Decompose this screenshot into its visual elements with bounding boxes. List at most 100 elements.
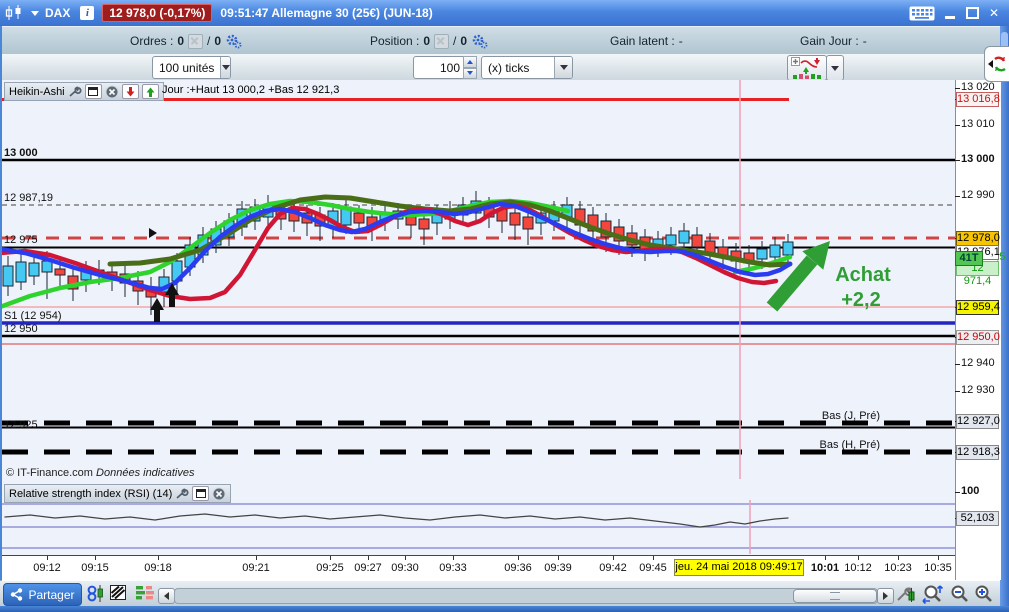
rsi-header: Relative strength index (RSI) (14) <box>4 484 232 503</box>
zoom-out-icon[interactable] <box>950 584 969 603</box>
chart-style-dropdown[interactable] <box>826 55 844 81</box>
account-info-bar: Ordres : 0 / 0 Position : 0 / 0 Gain lat… <box>0 26 1009 55</box>
orders-settings-gear-icon[interactable] <box>225 34 242 49</box>
price-axis-label: 13 000 <box>961 153 995 165</box>
chart-hscrollbar-thumb[interactable] <box>793 589 877 603</box>
ticks-unit-caret[interactable] <box>554 57 572 78</box>
candle-body <box>54 268 66 276</box>
time-axis-tick <box>256 556 257 560</box>
rsi-detach-window-icon[interactable] <box>192 486 210 501</box>
candle-body <box>418 218 430 230</box>
link-instrument-icon[interactable] <box>86 584 105 603</box>
chart-hscrollbar-track[interactable] <box>174 588 878 604</box>
time-axis-tick <box>158 556 159 560</box>
gain-jour-label: Gain Jour : <box>800 34 859 48</box>
side-panel-toggle[interactable] <box>984 46 1009 82</box>
close-button[interactable]: ✕ <box>987 6 1001 20</box>
signal-label: Achat <box>835 264 891 286</box>
chart-style-button[interactable] <box>787 55 827 81</box>
scroll-right-button[interactable] <box>877 588 894 604</box>
time-axis-label: 09:39 <box>544 562 572 574</box>
order-toolbar: 100 unités 100 (x) ticks <box>0 54 1009 81</box>
candle-body <box>509 212 521 226</box>
chart-vscrollbar[interactable] <box>1000 26 1009 606</box>
price-axis-tick <box>955 364 960 365</box>
candle-body <box>782 241 794 256</box>
price-axis-label: 12 927,0 <box>956 414 1000 429</box>
ticks-count-input[interactable]: 100 <box>413 56 465 79</box>
time-axis-tick <box>453 556 454 560</box>
price-axis-label: 12 990 <box>961 189 995 201</box>
scroll-left-button[interactable] <box>158 588 175 604</box>
orders-summary: Ordres : 0 / 0 <box>130 27 242 55</box>
time-axis-tick <box>405 556 406 560</box>
rsi-wrench-icon[interactable] <box>175 487 189 500</box>
current-time-highlight: jeu. 24 mai 2018 09:49:17 <box>674 559 804 576</box>
ticks-unit-dropdown[interactable]: (x) ticks <box>481 56 573 79</box>
stepper-down-icon[interactable] <box>463 67 477 79</box>
wrench-icon[interactable] <box>68 85 82 98</box>
buy-arrow-icon[interactable] <box>141 84 159 99</box>
position-settings-gear-icon[interactable] <box>471 34 488 49</box>
position-separator: / <box>453 34 457 48</box>
rsi-title: Relative strength index (RSI) (14) <box>9 487 173 500</box>
detach-window-icon[interactable] <box>84 84 102 99</box>
price-change-badge: 12 978,0 (-0,17%) <box>102 4 213 22</box>
position-disabled-icon <box>434 33 450 49</box>
close-indicator-icon[interactable] <box>105 85 119 99</box>
price-axis-tick <box>955 391 960 392</box>
gain-latent: Gain latent : - <box>610 27 683 55</box>
price-axis-label: 12 959,4 <box>956 300 1000 315</box>
info-icon[interactable]: i <box>80 6 95 20</box>
daily-range-legend: Jour :+Haut 13 000,2 +Bas 12 921,3 <box>162 84 340 96</box>
time-axis-label: 09:12 <box>33 562 61 574</box>
price-axis-tick <box>955 125 960 126</box>
candle-body <box>678 230 690 244</box>
price-axis-tick <box>955 492 960 493</box>
rsi-close-icon[interactable] <box>212 487 226 501</box>
order-book-icon[interactable] <box>135 584 156 601</box>
time-axis-label: 10:35 <box>924 562 952 574</box>
instrument-name[interactable]: DAX <box>45 6 70 20</box>
share-button[interactable]: Partager <box>3 583 82 606</box>
position-label: Position : <box>370 34 420 48</box>
indicator-header: Heikin-Ashi <box>4 82 164 101</box>
quantity-dropdown[interactable]: 100 unités <box>152 56 231 79</box>
sell-arrow-icon[interactable] <box>121 84 139 99</box>
orders-label: Ordres : <box>130 34 174 48</box>
minimize-button[interactable] <box>943 6 957 20</box>
time-axis-label: 09:33 <box>439 562 467 574</box>
data-provider-watermark: © IT-Finance.com Données indicatives <box>6 467 194 479</box>
level-label: Bas (H, Pré) <box>819 439 880 451</box>
zoom-fit-icon[interactable] <box>921 584 944 605</box>
price-axis-label: 12 978,0 <box>956 231 1000 246</box>
price-axis-tick <box>955 196 960 197</box>
chart-style-icon <box>791 57 821 79</box>
restore-button[interactable] <box>965 6 979 20</box>
chart-settings-icon[interactable] <box>896 584 916 603</box>
indicator-title: Heikin-Ashi <box>9 85 65 98</box>
price-axis-label: 12 950,0 <box>956 330 1000 345</box>
ticks-count-stepper[interactable] <box>463 56 477 79</box>
level-label: 12 925 <box>4 419 38 431</box>
time-axis-tick <box>368 556 369 560</box>
level-label: 12 975 <box>4 234 38 246</box>
gain-jour-value: - <box>862 34 867 48</box>
zoom-in-icon[interactable] <box>974 584 993 603</box>
news-icon[interactable] <box>110 584 127 601</box>
price-axis-label: 13 010 <box>961 118 995 130</box>
window-bottom-border <box>0 606 1009 612</box>
candle-body <box>28 262 40 277</box>
time-axis-label: 09:18 <box>144 562 172 574</box>
indicative-data-note: Données indicatives <box>96 467 195 479</box>
time-axis-tick <box>95 556 96 560</box>
stepper-up-icon[interactable] <box>463 56 477 68</box>
level-label: 12 987,19 <box>4 192 53 204</box>
quantity-dropdown-caret[interactable] <box>220 57 230 78</box>
signal-gain: +2,2 <box>841 289 880 311</box>
instrument-dropdown-caret[interactable] <box>31 10 39 16</box>
price-axis-label: 52,103 <box>956 511 999 526</box>
keyboard-icon[interactable] <box>909 5 935 22</box>
candle-body <box>691 234 703 248</box>
tick-countdown-badge: 41T <box>955 251 983 266</box>
